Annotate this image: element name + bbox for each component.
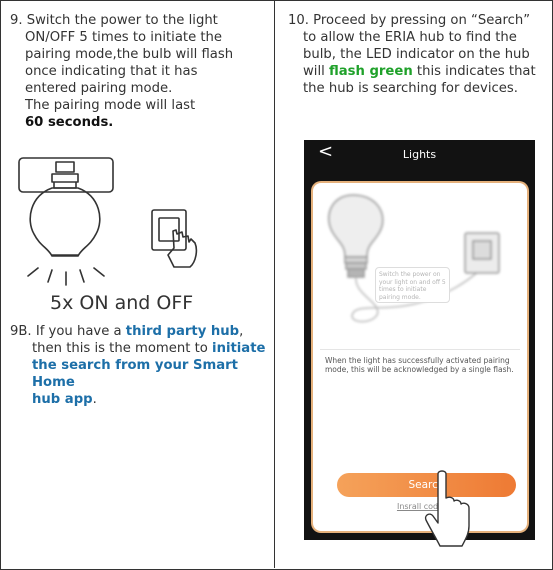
tap-hand-icon xyxy=(424,470,470,547)
bulb-switch-illustration xyxy=(18,157,198,286)
bulb-icon xyxy=(328,194,384,258)
step-9-line: The pairing mode will last xyxy=(25,98,196,113)
step-9b-text-part: . xyxy=(92,392,97,407)
phone-screen: < Lights Switch the power on your light … xyxy=(304,140,535,540)
hand-icon xyxy=(167,229,198,268)
step-10-text: 10. Proceed by pressing on “Search” to a… xyxy=(288,12,550,97)
install-code-link[interactable]: Insrall code xyxy=(313,502,527,511)
step-10-line: to allow the ERIA hub to find the xyxy=(303,30,517,45)
step-10-text-part: will xyxy=(303,64,329,79)
step-10-line: bulb, the LED indicator on the hub xyxy=(303,47,530,62)
column-divider xyxy=(274,0,275,568)
light-ray xyxy=(79,269,85,283)
screen-title: Lights xyxy=(402,148,437,161)
instruction-bubble: Switch the power on your light on and of… xyxy=(375,267,450,303)
step-9-text: 9. Switch the power to the light ON/OFF … xyxy=(10,12,270,131)
initiate-highlight: initiate xyxy=(212,341,266,356)
light-ray xyxy=(27,267,39,277)
ceiling-mount-icon xyxy=(18,157,114,193)
light-ray xyxy=(47,269,53,283)
step-10-line: 10. Proceed by pressing on “Search” xyxy=(288,13,531,28)
step-10-line: the hub is searching for devices. xyxy=(303,81,518,96)
pairing-card: Switch the power on your light on and of… xyxy=(313,183,527,531)
card-divider xyxy=(320,349,520,350)
pairing-description: When the light has successfully activate… xyxy=(325,356,514,374)
step-9b-text-part: 9B. If you have a xyxy=(10,324,126,339)
bulb-icon xyxy=(29,187,101,257)
flash-green-highlight: flash green xyxy=(328,64,413,79)
step-9-line: entered pairing mode. xyxy=(25,81,173,96)
step-10-text-part: this indicates that xyxy=(412,64,536,79)
pairing-duration: 60 seconds. xyxy=(25,115,114,130)
third-party-hub-highlight: third party hub xyxy=(125,324,240,339)
hub-app-highlight: hub app xyxy=(32,392,93,407)
step-9b-text: 9B. If you have a third party hub, then … xyxy=(10,323,272,408)
light-ray xyxy=(93,267,105,277)
step-9-line: 9. Switch the power to the light xyxy=(10,13,218,28)
step-9-line: ON/OFF 5 times to initiate the xyxy=(25,30,223,45)
step-9-line: pairing mode,the bulb will flash xyxy=(25,47,234,62)
illustration-caption: 5x ON and OFF xyxy=(50,292,194,314)
bulb-illustration xyxy=(328,194,500,323)
step-9b-text-part: , xyxy=(239,324,244,339)
search-app-highlight: the search from your Smart Home xyxy=(32,358,238,390)
step-9b-text-part: then this is the moment to xyxy=(32,341,213,356)
wall-switch-icon xyxy=(151,209,187,251)
step-9-line: once indicating that it has xyxy=(25,64,198,79)
